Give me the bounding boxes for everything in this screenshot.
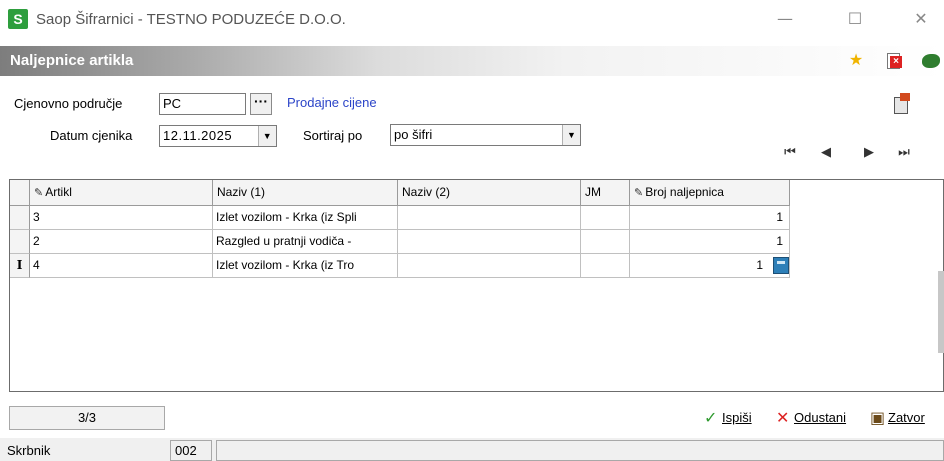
row-indicator[interactable] (10, 230, 30, 254)
last-record-icon[interactable]: ⏭ (894, 144, 914, 162)
calculator-icon[interactable] (773, 257, 789, 274)
cell-artikl[interactable]: 3 (30, 206, 213, 230)
star-icon[interactable]: ★ (846, 51, 866, 71)
column-header-naziv1[interactable]: Naziv (1) (213, 180, 398, 206)
column-header-broj-naljepnica[interactable]: ✎ Broj naljepnica (630, 180, 790, 206)
vertical-scrollbar[interactable] (938, 271, 944, 353)
column-header-artikl[interactable]: ✎ Artikl (30, 180, 213, 206)
maximize-button[interactable]: ☐ (832, 6, 878, 32)
document-close-icon[interactable]: × (884, 51, 904, 71)
exit-icon[interactable] (920, 51, 940, 71)
cell-naziv1[interactable]: Izlet vozilom - Krka (iz Spli (213, 206, 398, 230)
checkmark-icon: ✓ (704, 408, 718, 427)
current-row-indicator[interactable]: I (10, 254, 30, 278)
cell-broj[interactable]: 1 (630, 254, 790, 278)
column-header-jm[interactable]: JM (581, 180, 630, 206)
minimize-button[interactable]: — (762, 6, 808, 32)
previous-record-icon[interactable]: ◀ (816, 144, 836, 162)
cell-jm[interactable] (581, 230, 630, 254)
row-indicator[interactable] (10, 206, 30, 230)
cell-naziv2[interactable] (398, 230, 581, 254)
status-bar: Skrbnik 002 (0, 438, 944, 461)
close-window-button[interactable]: ✕ (898, 6, 944, 32)
form-header: Naljepnice artikla ★ × (0, 46, 944, 76)
cell-naziv2[interactable] (398, 254, 581, 278)
status-code: 002 (170, 440, 212, 461)
chevron-down-icon[interactable]: ▼ (562, 125, 580, 145)
cell-naziv2[interactable] (398, 206, 581, 230)
next-record-icon[interactable]: ▶ (859, 144, 879, 162)
export-icon[interactable] (892, 93, 910, 115)
price-date-field[interactable]: 12.11.2025 ▼ (159, 125, 277, 147)
sort-select[interactable]: po šifri ▼ (390, 124, 581, 146)
status-user: Skrbnik (2, 440, 166, 461)
window-title-bar: S Saop Šifrarnici - TESTNO PODUZEĆE D.O.… (0, 0, 944, 40)
price-date-label: Datum cjenika (50, 128, 133, 143)
cell-naziv1[interactable]: Izlet vozilom - Krka (iz Tro (213, 254, 398, 278)
cell-broj[interactable]: 1 (630, 206, 790, 230)
cell-artikl[interactable]: 4 (30, 254, 213, 278)
edit-pencil-icon: ✎ (34, 186, 44, 199)
app-logo: S (8, 9, 28, 29)
row-indicator-header (10, 180, 30, 206)
form-title: Naljepnice artikla (10, 52, 134, 69)
cross-icon: ✕ (776, 408, 790, 427)
price-area-name: Prodajne cijene (287, 95, 377, 110)
record-counter: 3/3 (9, 406, 165, 430)
book-icon: ▣ (870, 408, 886, 427)
status-message (216, 440, 944, 461)
articles-grid[interactable]: ✎ Artikl Naziv (1) Naziv (2) JM ✎ Broj nal… (9, 179, 944, 392)
price-area-lookup-button[interactable]: ··· (250, 93, 272, 115)
cell-jm[interactable] (581, 206, 630, 230)
print-button[interactable]: ✓ Ispiši (704, 406, 752, 430)
cell-jm[interactable] (581, 254, 630, 278)
first-record-icon[interactable]: ⏮ (780, 144, 800, 162)
column-header-naziv2[interactable]: Naziv (2) (398, 180, 581, 206)
cell-naziv1[interactable]: Razgled u pratnji vodiča - (213, 230, 398, 254)
price-area-field[interactable]: PC (159, 93, 246, 115)
window-title: Saop Šifrarnici - TESTNO PODUZEĆE D.O.O. (36, 11, 346, 28)
close-button[interactable]: ▣ Zatvor (870, 406, 925, 430)
price-area-label: Cjenovno područje (14, 96, 123, 111)
edit-pencil-icon: ✎ (634, 186, 644, 199)
sort-label: Sortiraj po (303, 128, 363, 143)
cell-broj[interactable]: 1 (630, 230, 790, 254)
cell-artikl[interactable]: 2 (30, 230, 213, 254)
chevron-down-icon[interactable]: ▼ (258, 126, 276, 146)
price-date-value: 12.11.2025 (163, 128, 233, 143)
sort-value: po šifri (394, 127, 433, 142)
cancel-button[interactable]: ✕ Odustani (776, 406, 846, 430)
